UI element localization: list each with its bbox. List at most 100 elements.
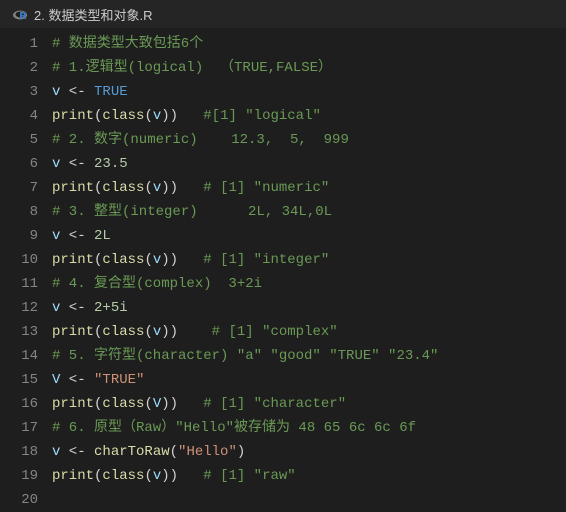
token: <- [60, 444, 94, 460]
token: ( [170, 444, 178, 460]
token: V [153, 396, 161, 412]
line-number: 12 [0, 296, 38, 320]
line-number: 18 [0, 440, 38, 464]
code-line[interactable]: print(class(v)) # [1] "raw" [52, 464, 566, 488]
code-line[interactable]: V <- "TRUE" [52, 368, 566, 392]
code-line[interactable]: # 1.逻辑型(logical) （TRUE,FALSE） [52, 56, 566, 80]
code-line[interactable]: # 5. 字符型(character) "a" "good" "TRUE" "2… [52, 344, 566, 368]
token: v [153, 324, 161, 340]
token: ) [161, 468, 169, 484]
line-number: 11 [0, 272, 38, 296]
code-line[interactable]: # 2. 数字(numeric) 12.3, 5, 999 [52, 128, 566, 152]
line-number: 15 [0, 368, 38, 392]
token: # 6. 原型（Raw）"Hello"被存储为 48 65 6c 6c 6f [52, 420, 416, 436]
line-number: 16 [0, 392, 38, 416]
token: ) [170, 396, 204, 412]
code-line[interactable]: # 4. 复合型(complex) 3+2i [52, 272, 566, 296]
r-file-icon [12, 6, 28, 22]
token: <- [60, 300, 94, 316]
line-number: 8 [0, 200, 38, 224]
token: #[1] "logical" [203, 108, 321, 124]
line-number: 17 [0, 416, 38, 440]
line-number: 19 [0, 464, 38, 488]
code-line[interactable]: print(class(v)) # [1] "numeric" [52, 176, 566, 200]
code-line[interactable]: v <- 2+5i [52, 296, 566, 320]
token: <- [60, 156, 94, 172]
token: # [1] "raw" [203, 468, 295, 484]
code-line[interactable]: # 6. 原型（Raw）"Hello"被存储为 48 65 6c 6c 6f [52, 416, 566, 440]
token: ) [170, 252, 204, 268]
token: print [52, 108, 94, 124]
line-number: 6 [0, 152, 38, 176]
code-line[interactable]: print(class(v)) # [1] "complex" [52, 320, 566, 344]
file-tab[interactable]: 2. 数据类型和对象.R [4, 5, 160, 24]
line-number: 10 [0, 248, 38, 272]
token: 2+5i [94, 300, 128, 316]
token: class [102, 108, 144, 124]
token: 23.5 [94, 156, 128, 172]
token: print [52, 396, 94, 412]
code-line[interactable]: # 3. 整型(integer) 2L, 34L,0L [52, 200, 566, 224]
token: v [153, 252, 161, 268]
token: ( [144, 108, 152, 124]
code-line[interactable]: v <- 23.5 [52, 152, 566, 176]
token: print [52, 252, 94, 268]
token: ( [144, 324, 152, 340]
token: ) [161, 252, 169, 268]
line-number-gutter: 1234567891011121314151617181920 [0, 32, 52, 512]
token: ) [161, 324, 169, 340]
token: # 2. 数字(numeric) 12.3, 5, 999 [52, 132, 349, 148]
tab-bar: 2. 数据类型和对象.R [0, 0, 566, 28]
tab-title: 2. 数据类型和对象.R [34, 5, 152, 24]
token: class [102, 324, 144, 340]
token: ( [144, 468, 152, 484]
code-content[interactable]: # 数据类型大致包括6个 # 1.逻辑型(logical) （TRUE,FALSE… [52, 32, 566, 512]
token: # 4. 复合型(complex) 3+2i [52, 276, 262, 292]
token: "TRUE" [94, 372, 144, 388]
token: v [153, 180, 161, 196]
token: 2L [94, 228, 111, 244]
line-number: 4 [0, 104, 38, 128]
token: class [102, 396, 144, 412]
token: <- [60, 372, 94, 388]
line-number: 1 [0, 32, 38, 56]
code-line[interactable]: # 数据类型大致包括6个 [52, 32, 566, 56]
line-number: 20 [0, 488, 38, 512]
token: TRUE [94, 84, 128, 100]
token: # 1.逻辑型(logical) （TRUE,FALSE） [52, 60, 332, 76]
token: ) [237, 444, 245, 460]
token: # 3. 整型(integer) 2L, 34L,0L [52, 204, 332, 220]
line-number: 7 [0, 176, 38, 200]
code-line[interactable]: print(class(v)) # [1] "integer" [52, 248, 566, 272]
token: print [52, 468, 94, 484]
line-number: 3 [0, 80, 38, 104]
token: "Hello" [178, 444, 237, 460]
code-line[interactable] [52, 488, 566, 512]
token: class [102, 468, 144, 484]
token: ) [170, 180, 204, 196]
token: ) [170, 108, 204, 124]
token: ) [161, 396, 169, 412]
token: # 数据类型大致包括6个 [52, 36, 203, 52]
code-line[interactable]: v <- 2L [52, 224, 566, 248]
token: ( [144, 252, 152, 268]
line-number: 5 [0, 128, 38, 152]
code-line[interactable]: v <- TRUE [52, 80, 566, 104]
token: v [153, 468, 161, 484]
token: # [1] "numeric" [203, 180, 329, 196]
token: ( [144, 180, 152, 196]
token: # [1] "integer" [203, 252, 329, 268]
token: class [102, 252, 144, 268]
token: ) [170, 468, 204, 484]
token: v [153, 108, 161, 124]
editor-area[interactable]: 1234567891011121314151617181920 # 数据类型大致… [0, 28, 566, 512]
token: # [1] "complex" [212, 324, 338, 340]
token: ) [161, 180, 169, 196]
line-number: 9 [0, 224, 38, 248]
token: <- [60, 84, 94, 100]
token: ( [144, 396, 152, 412]
code-line[interactable]: v <- charToRaw("Hello") [52, 440, 566, 464]
code-line[interactable]: print(class(V)) # [1] "character" [52, 392, 566, 416]
token: class [102, 180, 144, 196]
code-line[interactable]: print(class(v)) #[1] "logical" [52, 104, 566, 128]
